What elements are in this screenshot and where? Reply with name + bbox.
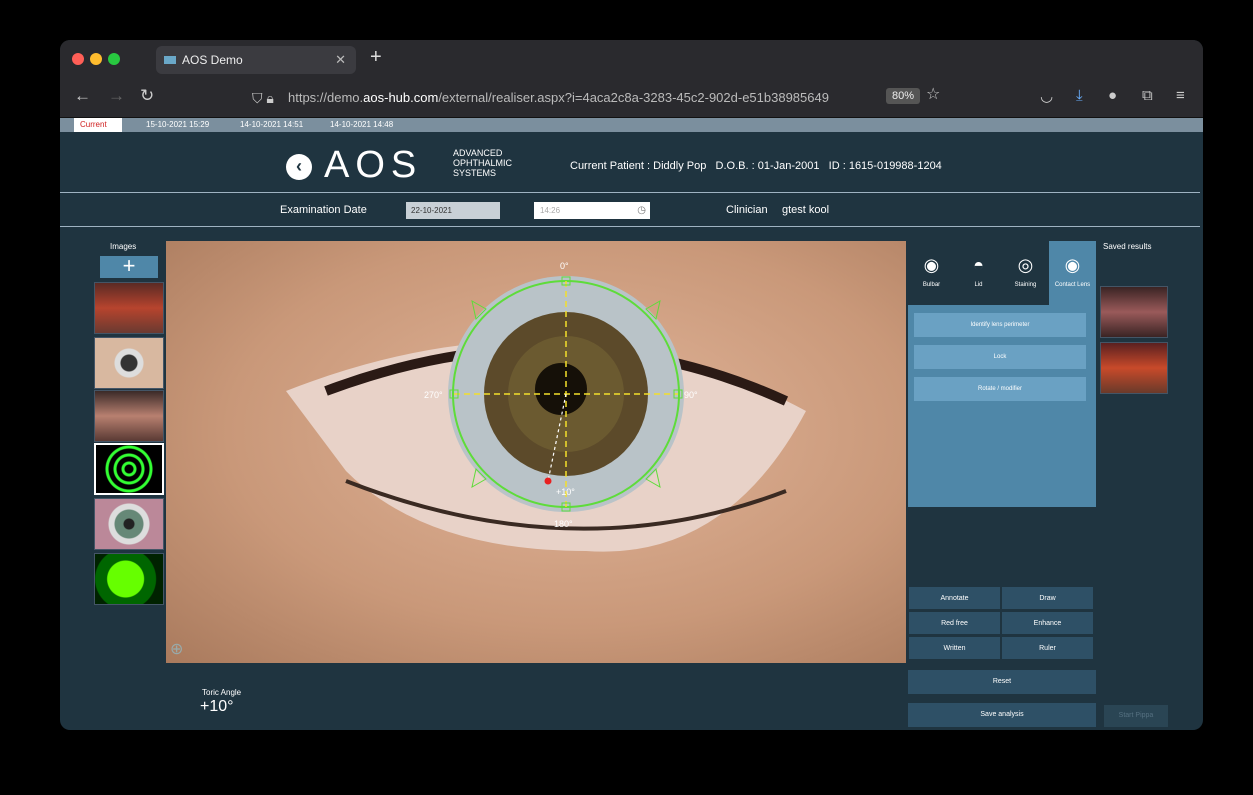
image-thumbnail[interactable] [94, 390, 164, 442]
identify-lens-button[interactable]: Identify lens perimeter [914, 313, 1086, 337]
clock-icon: ◷ [637, 205, 646, 216]
tab-current[interactable]: Current [74, 118, 122, 132]
close-tab-icon[interactable]: ✕ [335, 46, 346, 74]
clinician-value: gtest kool [782, 204, 830, 216]
exam-time-field[interactable]: 14:26 ◷ [534, 202, 650, 219]
account-icon[interactable]: ● [1108, 87, 1117, 104]
written-button[interactable]: Written [908, 636, 1001, 660]
images-label: Images [110, 242, 137, 251]
eye-photo: 0° 90° 270° 180° +10° [286, 261, 806, 552]
menu-icon[interactable]: ≡ [1176, 87, 1185, 104]
patient-name: Current Patient : Diddly Pop [570, 160, 707, 172]
exam-date-label: Examination Date [280, 204, 367, 216]
pocket-icon[interactable]: ◡ [1040, 87, 1053, 105]
tool-label: Lid [974, 282, 983, 288]
start-pippa-button[interactable]: Start Pippa [1104, 705, 1168, 727]
url-path: /external/realiser.aspx?i=4aca2c8a-3283-… [438, 90, 829, 105]
reset-button[interactable]: Reset [908, 670, 1096, 694]
saved-results-label: Saved results [1103, 242, 1152, 251]
maximize-window-button[interactable] [108, 53, 120, 65]
browser-tab[interactable]: AOS Demo ✕ [156, 46, 356, 74]
download-icon[interactable]: ⤓ [1076, 87, 1083, 104]
patient-info: Current Patient : Diddly Pop D.O.B. : 01… [570, 160, 942, 172]
angle-label-bottom: 180° [554, 519, 573, 529]
divider [60, 226, 1200, 227]
zoom-level[interactable]: 80% [886, 88, 921, 104]
angle-label-top: 0° [560, 261, 569, 271]
exam-tabs: Current 15-10-2021 15:29 14-10-2021 14:5… [60, 118, 1203, 132]
browser-navbar: ← → ↻ ⛉ 🔒︎ https://demo.aos-hub.com/exte… [60, 78, 1203, 118]
url-bar[interactable]: ⛉ 🔒︎ https://demo.aos-hub.com/external/r… [252, 84, 952, 112]
analysis-panel: ◉ Bulbar ◓ Lid ◎ Staining ◉ Contact Lens… [908, 241, 1096, 507]
divider [60, 192, 1200, 193]
logo-subtitle: ADVANCED OPHTHALMIC SYSTEMS [453, 148, 513, 178]
url-prefix: https://demo. [288, 90, 364, 105]
ruler-button[interactable]: Ruler [1001, 636, 1094, 660]
enhance-button[interactable]: Enhance [1001, 611, 1094, 635]
close-window-button[interactable] [72, 53, 84, 65]
tab-exam-1[interactable]: 15-10-2021 15:29 [140, 118, 215, 132]
time-placeholder: 14:26 [540, 206, 561, 215]
tool-label: Bulbar [922, 282, 941, 288]
browser-window: AOS Demo ✕ + ← → ↻ ⛉ 🔒︎ https://demo.aos… [60, 40, 1203, 730]
marker-angle-label: +10° [556, 487, 575, 497]
saved-result-thumbnail[interactable] [1100, 286, 1168, 338]
exam-date-field[interactable]: 22-10-2021 [406, 202, 500, 219]
back-button[interactable]: ‹ [286, 154, 312, 180]
eye-image-canvas[interactable]: 0° 90° 270° 180° +10° ⊕ [166, 241, 906, 663]
lock-button[interactable]: Lock [914, 345, 1086, 369]
patient-id: ID : 1615-019988-1204 [828, 160, 942, 172]
minimize-window-button[interactable] [90, 53, 102, 65]
app-header: ‹ AOS ADVANCED OPHTHALMIC SYSTEMS Curren… [60, 132, 1203, 194]
lock-icon: ⛉ 🔒︎ [252, 90, 274, 106]
image-thumbnail[interactable] [94, 282, 164, 334]
clinician-label: Clinician [726, 204, 768, 216]
url-host: aos-hub.com [363, 90, 439, 105]
new-tab-button[interactable]: + [370, 46, 382, 69]
add-image-button[interactable]: + [100, 255, 158, 278]
angle-label-right: 90° [684, 390, 698, 400]
red-free-button[interactable]: Red free [908, 611, 1001, 635]
toric-marker-point [544, 477, 552, 485]
forward-icon[interactable]: → [108, 86, 125, 106]
tab-exam-3[interactable]: 14-10-2021 14:48 [324, 118, 399, 132]
tab-exam-2[interactable]: 14-10-2021 14:51 [234, 118, 309, 132]
toric-angle-value: +10° [200, 698, 234, 715]
image-thumbnail[interactable] [94, 443, 164, 495]
image-thumbnail[interactable] [94, 337, 164, 389]
toric-angle-label: Toric Angle [202, 688, 242, 697]
contact-lens-icon: ◉ [1064, 255, 1081, 275]
draw-button[interactable]: Draw [1001, 586, 1094, 610]
exam-row: Examination Date 22-10-2021 14:26 ◷ Clin… [60, 196, 1203, 226]
save-analysis-button[interactable]: Save analysis [908, 703, 1096, 727]
favicon-icon [164, 56, 176, 64]
saved-result-thumbnail[interactable] [1100, 342, 1168, 394]
angle-label-left: 270° [424, 390, 443, 400]
image-thumbnail[interactable] [94, 553, 164, 605]
annotate-button[interactable]: Annotate [908, 586, 1001, 610]
tool-label: Contact Lens [1054, 282, 1091, 288]
browser-tabbar: AOS Demo ✕ + [60, 40, 1203, 78]
rotate-button[interactable]: Rotate / modifier [914, 377, 1086, 401]
tool-staining[interactable]: ◎ Staining [1002, 241, 1049, 305]
staining-icon: ◎ [1017, 255, 1034, 275]
zoom-icon[interactable]: ⊕ [170, 639, 183, 659]
tab-title: AOS Demo [182, 53, 243, 67]
reload-icon[interactable]: ↻ [140, 86, 154, 106]
tool-bulbar[interactable]: ◉ Bulbar [908, 241, 955, 305]
image-thumbnail[interactable] [94, 498, 164, 550]
tool-label: Staining [1014, 282, 1037, 288]
lid-icon: ◓ [973, 255, 984, 275]
tool-contact-lens[interactable]: ◉ Contact Lens [1049, 241, 1096, 305]
aos-logo: AOS [324, 144, 423, 186]
extension-icon[interactable]: ⧉ [1142, 87, 1153, 104]
back-icon[interactable]: ← [74, 86, 91, 106]
tool-lid[interactable]: ◓ Lid [955, 241, 1002, 305]
patient-dob: D.O.B. : 01-Jan-2001 [715, 160, 820, 172]
eye-icon: ◉ [923, 255, 940, 275]
pupil [535, 363, 587, 415]
bookmark-star-icon[interactable]: ☆ [926, 84, 940, 104]
